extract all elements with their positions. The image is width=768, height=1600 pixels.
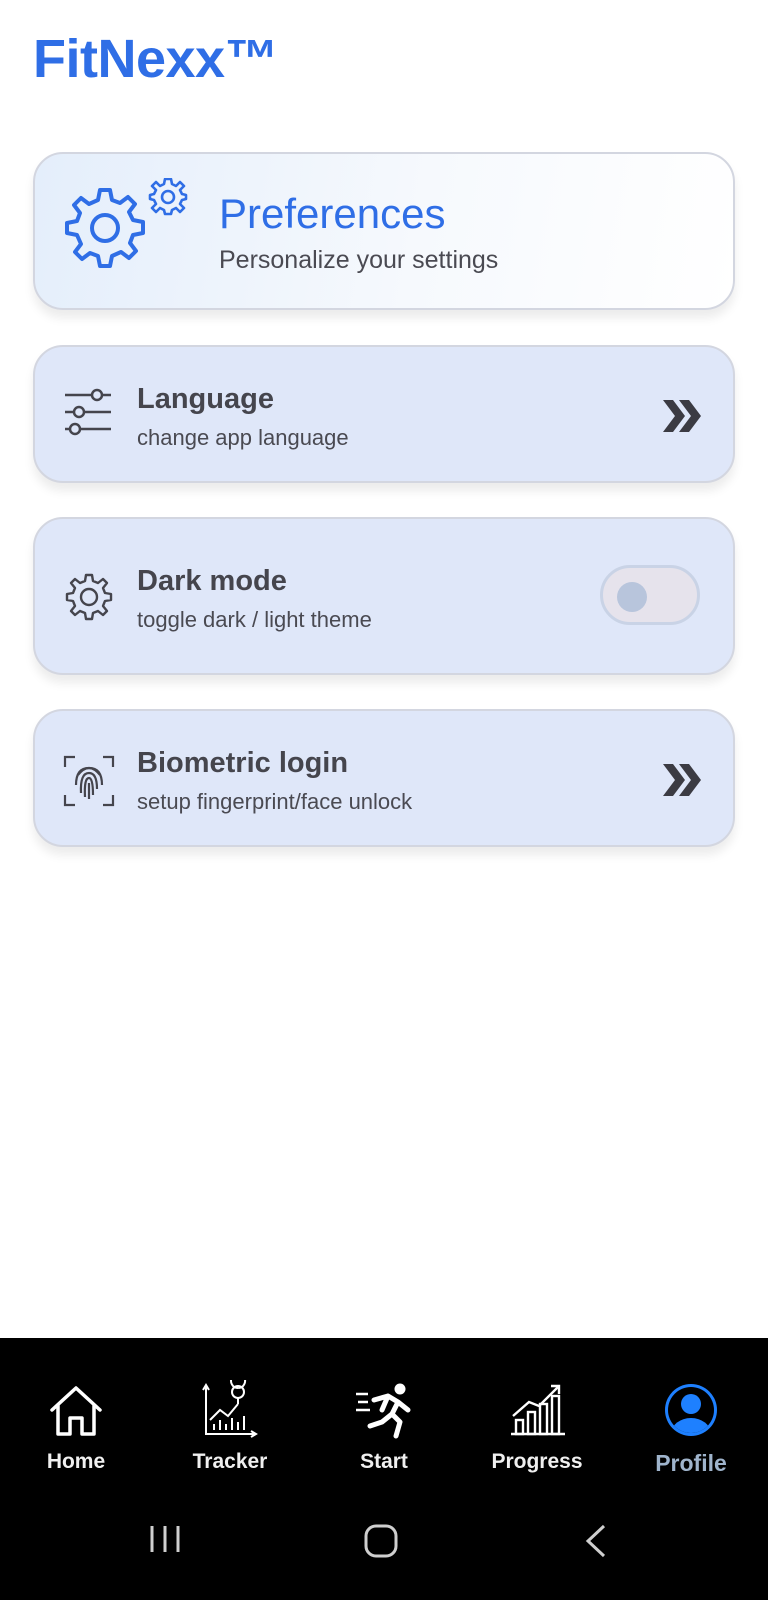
biometric-login-title: Biometric login <box>137 747 349 779</box>
dark-mode-toggle[interactable] <box>600 565 700 625</box>
biometric-login-subtitle: setup fingerprint/face unlock <box>137 789 413 814</box>
bottom-navigation: Home Tracker Start Progress Profile <box>0 1338 768 1600</box>
home-icon <box>50 1386 102 1436</box>
language-title: Language <box>137 383 274 415</box>
app-title: FitNexx™ <box>33 29 279 89</box>
sliders-icon <box>65 388 111 436</box>
gear-icon <box>65 573 113 621</box>
dark-mode-option: Dark mode toggle dark / light theme <box>33 517 735 675</box>
tracker-chart-icon <box>202 1380 258 1438</box>
running-person-icon <box>356 1383 411 1439</box>
fingerprint-icon <box>63 755 115 807</box>
preferences-title: Preferences <box>219 190 446 237</box>
dark-mode-subtitle: toggle dark / light theme <box>137 607 372 632</box>
preferences-card: Preferences Personalize your settings <box>33 152 735 310</box>
recent-apps-icon[interactable] <box>148 1524 182 1554</box>
profile-avatar-icon <box>665 1384 717 1436</box>
biometric-login-option[interactable]: Biometric login setup fingerprint/face u… <box>33 709 735 847</box>
nav-profile-label: Profile <box>655 1450 727 1476</box>
back-icon[interactable] <box>584 1524 608 1558</box>
nav-home-label: Home <box>46 1450 106 1473</box>
home-system-icon[interactable] <box>364 1524 398 1558</box>
dark-mode-title: Dark mode <box>137 565 287 597</box>
toggle-knob <box>617 582 647 612</box>
nav-start-label: Start <box>360 1450 408 1473</box>
progress-bars-icon <box>511 1384 565 1436</box>
language-option[interactable]: Language change app language <box>33 345 735 483</box>
nav-tracker-label: Tracker <box>192 1450 268 1473</box>
double-chevron-right-icon[interactable] <box>661 761 703 799</box>
preferences-subtitle: Personalize your settings <box>219 246 499 274</box>
nav-progress-label: Progress <box>491 1450 583 1473</box>
language-subtitle: change app language <box>137 425 349 450</box>
gears-icon <box>65 178 188 268</box>
double-chevron-right-icon[interactable] <box>661 397 703 435</box>
